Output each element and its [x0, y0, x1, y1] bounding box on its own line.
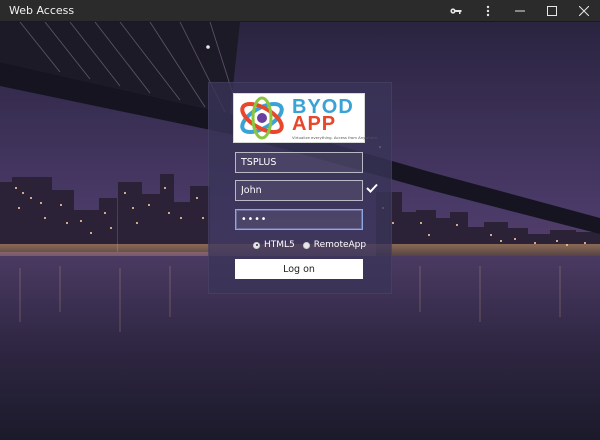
checkmark-icon — [366, 183, 378, 193]
connection-mode-group: HTML5 RemoteApp — [253, 238, 374, 252]
html5-radio[interactable] — [253, 241, 260, 249]
logon-button[interactable]: Log on — [235, 259, 363, 279]
remoteapp-radio[interactable] — [302, 241, 310, 249]
logo-text-line2: APP — [292, 113, 337, 135]
server-field[interactable] — [235, 152, 363, 173]
maximize-icon[interactable] — [536, 0, 568, 22]
close-icon[interactable] — [568, 0, 600, 22]
login-panel: BYOD APP Virtualize everything. Access f… — [208, 82, 392, 294]
remoteapp-label[interactable]: RemoteApp — [314, 240, 366, 250]
key-icon[interactable] — [440, 0, 472, 22]
byod-app-logo: BYOD APP Virtualize everything. Access f… — [233, 93, 377, 143]
html5-label[interactable]: HTML5 — [264, 240, 295, 250]
logo-mark-icon — [240, 96, 284, 140]
window-title: Web Access — [9, 4, 75, 17]
username-field[interactable] — [235, 180, 363, 201]
more-vertical-icon[interactable] — [472, 0, 504, 22]
logo-tagline: Virtualize everything. Access from Anywh… — [292, 135, 378, 140]
password-field[interactable] — [235, 209, 363, 230]
minimize-icon[interactable] — [504, 0, 536, 22]
title-bar: Web Access — [0, 0, 600, 22]
